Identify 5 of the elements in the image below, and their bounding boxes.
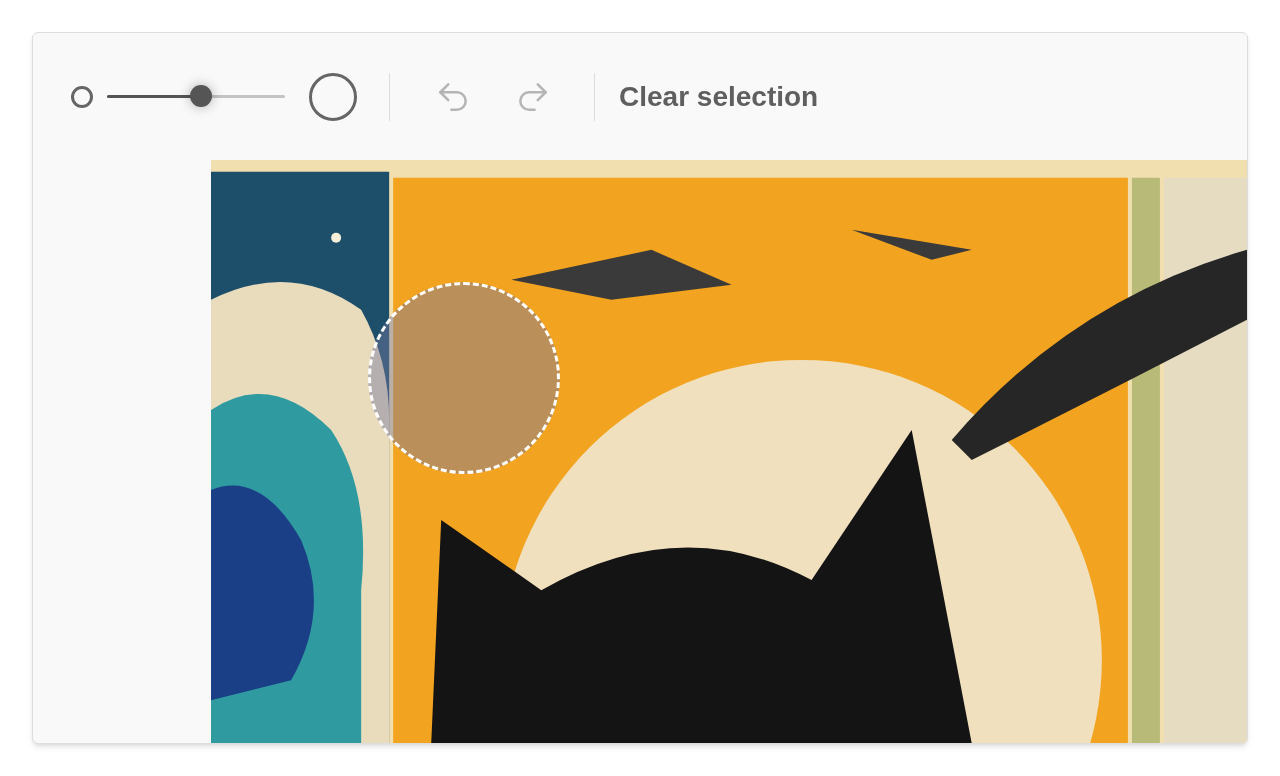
brush-size-slider[interactable] <box>107 84 285 109</box>
small-brush-icon[interactable] <box>71 85 93 108</box>
large-brush-icon[interactable] <box>309 72 357 121</box>
slider-thumb[interactable] <box>190 85 213 107</box>
clear-selection-button[interactable]: Clear selection <box>619 75 819 118</box>
